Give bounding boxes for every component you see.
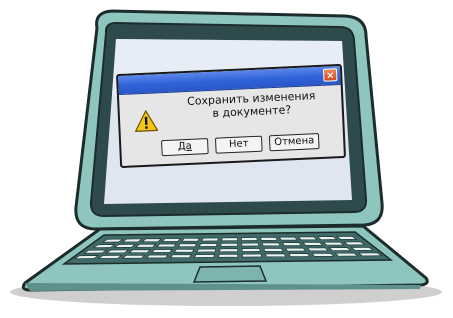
keyboard-key (196, 248, 217, 253)
keyboard-key (298, 236, 318, 241)
keyboard-key (311, 253, 335, 257)
close-button[interactable]: × (322, 68, 338, 82)
keyboard-key (181, 237, 200, 242)
keyboard-key (156, 243, 177, 248)
keyboard-key (241, 237, 258, 241)
keyboard-key (201, 237, 219, 242)
save-changes-dialog: × Сохранить изменения в документе? Да Не… (115, 63, 347, 169)
keyboard-key (218, 253, 238, 258)
keyboard-key (177, 243, 198, 248)
keyboard-key (221, 237, 238, 242)
cancel-button[interactable]: Отмена (268, 133, 320, 152)
keyboard-key (265, 253, 287, 258)
keyboard-key (199, 243, 218, 247)
keyboard-key (288, 253, 311, 257)
keyboard-key (145, 254, 169, 259)
warning-icon (134, 110, 159, 132)
keyboard-key (135, 243, 157, 248)
keyboard-key (241, 248, 261, 252)
keyboard-key (302, 242, 324, 246)
keyboard-key (328, 247, 352, 251)
keyboard-key (317, 236, 338, 240)
keyboard-key (285, 247, 306, 252)
keyboard-key (170, 254, 192, 259)
keyboard-key (219, 248, 238, 253)
touchpad (192, 265, 268, 283)
keyboard-key (141, 238, 162, 243)
keyboard-key (220, 242, 238, 247)
keyboard-key (334, 252, 359, 257)
keyboard-key (279, 236, 298, 241)
no-button[interactable]: Нет (214, 135, 263, 154)
keyboard-key (357, 252, 383, 257)
dialog-message: Сохранить изменения в документе? (165, 88, 338, 122)
keyboard-key (260, 236, 278, 241)
keyboard-key (263, 247, 284, 252)
keyboard-key (242, 253, 262, 258)
keyboard-key (307, 247, 329, 252)
keyboard-key (261, 242, 281, 247)
keyboard-key (161, 238, 181, 242)
keyboard-key (282, 242, 302, 246)
keyboard-key (194, 254, 215, 258)
laptop-illustration: × Сохранить изменения в документе? Да Не… (0, 0, 453, 314)
keyboard-key (241, 242, 260, 247)
yes-button[interactable]: Да (161, 138, 209, 157)
keyboard-key (128, 249, 151, 254)
keyboard-key (151, 249, 173, 253)
keyboard-key (322, 241, 345, 246)
keyboard-key (350, 247, 375, 251)
yes-button-label: Да (177, 140, 193, 153)
keyboard-key (97, 255, 123, 259)
keyboard-key (173, 248, 195, 253)
keyboard-key (121, 254, 146, 259)
